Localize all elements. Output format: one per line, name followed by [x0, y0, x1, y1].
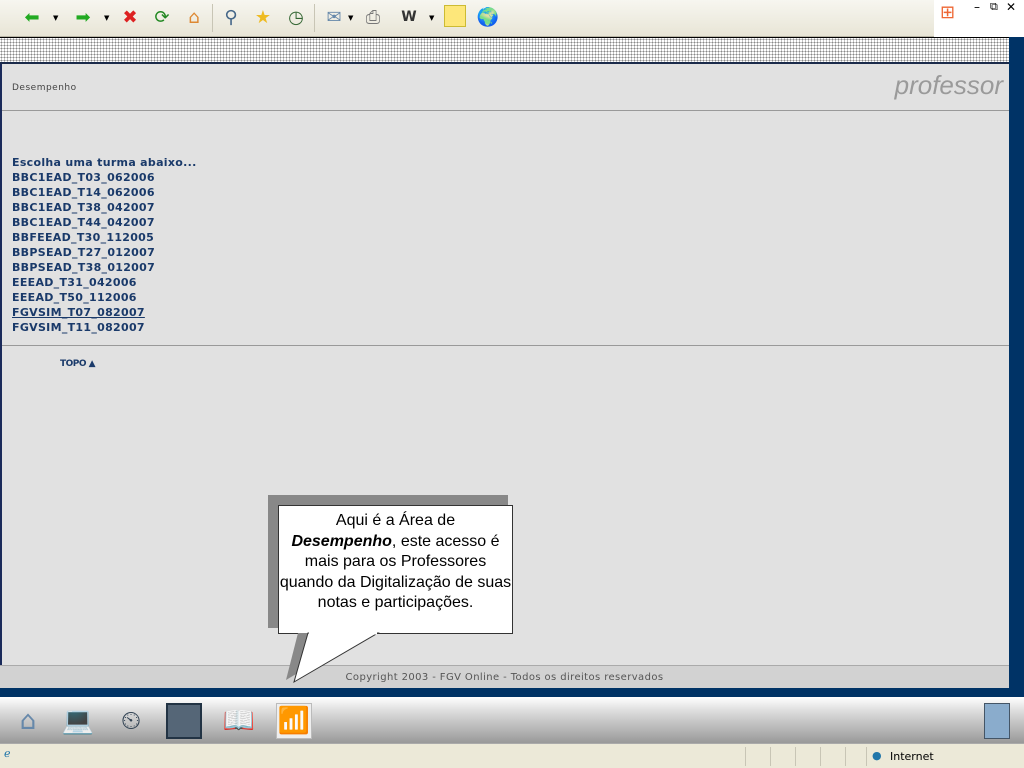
- class-link[interactable]: EEEAD_T31_042006: [12, 275, 197, 290]
- list-prompt: Escolha uma turma abaixo...: [12, 156, 197, 169]
- stop-icon[interactable]: ✖: [118, 5, 142, 29]
- refresh-icon[interactable]: ⟳: [150, 5, 174, 29]
- class-list: Escolha uma turma abaixo... BBC1EAD_T03_…: [12, 155, 197, 335]
- callout-emphasis: Desempenho: [291, 532, 392, 550]
- back-icon[interactable]: ⬅: [20, 5, 44, 29]
- calendar-clock-icon[interactable]: ⏲: [113, 703, 149, 739]
- status-bar: ℯ ● Internet: [0, 743, 1024, 768]
- class-link[interactable]: BBFEEAD_T30_112005: [12, 230, 197, 245]
- home-app-icon[interactable]: ⌂: [10, 703, 46, 739]
- board-app-icon[interactable]: [166, 703, 202, 739]
- performance-chart-icon[interactable]: 📶: [276, 703, 312, 739]
- class-link-hovered[interactable]: FGVSIM_T07_082007: [12, 305, 197, 320]
- app-dock: ⌂ 💻 ⏲ 📖 📶: [0, 697, 1024, 743]
- favorites-icon[interactable]: ★: [251, 5, 275, 29]
- close-icon[interactable]: ✕: [1006, 0, 1016, 14]
- callout-tail: [286, 632, 380, 684]
- divider: [2, 345, 1009, 346]
- windows-logo-icon: ⊞: [940, 2, 956, 23]
- class-link[interactable]: EEEAD_T50_112006: [12, 290, 197, 305]
- home-icon[interactable]: ⌂: [182, 5, 206, 29]
- page-icon: ℯ: [4, 747, 11, 760]
- callout-line: Aqui é a Área de: [335, 512, 456, 529]
- browser-toolbar: ⬅ ▼ ➡ ▼ ✖ ⟳ ⌂ ⚲ ★ ◷ ✉ ▼ ⎙ W ▼ 🌍: [0, 0, 1024, 37]
- zone-label: Internet: [890, 750, 934, 763]
- pattern-band: [0, 37, 1009, 64]
- class-link[interactable]: BBPSEAD_T38_012007: [12, 260, 197, 275]
- note-icon[interactable]: [444, 5, 466, 27]
- class-link[interactable]: BBC1EAD_T38_042007: [12, 200, 197, 215]
- exit-door-icon[interactable]: [984, 703, 1010, 739]
- page-title: Desempenho: [12, 83, 77, 93]
- callout-tooltip: Aqui é a Área de Desempenho, este acesso…: [278, 505, 513, 634]
- class-link[interactable]: BBPSEAD_T27_012007: [12, 245, 197, 260]
- copyright: Copyright 2003 - FGV Online - Todos os d…: [0, 665, 1009, 688]
- page-header: Desempenho professor: [2, 64, 1009, 111]
- print-icon[interactable]: ⎙: [361, 5, 385, 29]
- restore-icon[interactable]: ⧉: [990, 0, 998, 14]
- window-controls: ⊞ – ⧉ ✕: [934, 0, 1024, 37]
- book-app-icon[interactable]: 📖: [221, 703, 257, 739]
- messenger-icon[interactable]: 🌍: [476, 5, 500, 29]
- minimize-icon[interactable]: –: [974, 0, 980, 14]
- laptop-app-icon[interactable]: 💻: [60, 703, 96, 739]
- word-icon[interactable]: W: [397, 5, 421, 29]
- right-border: [1009, 37, 1024, 697]
- class-link[interactable]: FGVSIM_T11_082007: [12, 320, 197, 335]
- forward-icon[interactable]: ➡: [71, 5, 95, 29]
- history-icon[interactable]: ◷: [284, 5, 308, 29]
- footer-band: [0, 688, 1024, 697]
- globe-icon: ●: [872, 749, 882, 762]
- class-link[interactable]: BBC1EAD_T03_062006: [12, 170, 197, 185]
- search-icon[interactable]: ⚲: [219, 5, 243, 29]
- top-link[interactable]: TOPO ▲: [60, 359, 96, 369]
- class-link[interactable]: BBC1EAD_T14_062006: [12, 185, 197, 200]
- class-link[interactable]: BBC1EAD_T44_042007: [12, 215, 197, 230]
- mail-icon[interactable]: ✉: [322, 5, 346, 29]
- brand-logo: professor: [894, 70, 1003, 100]
